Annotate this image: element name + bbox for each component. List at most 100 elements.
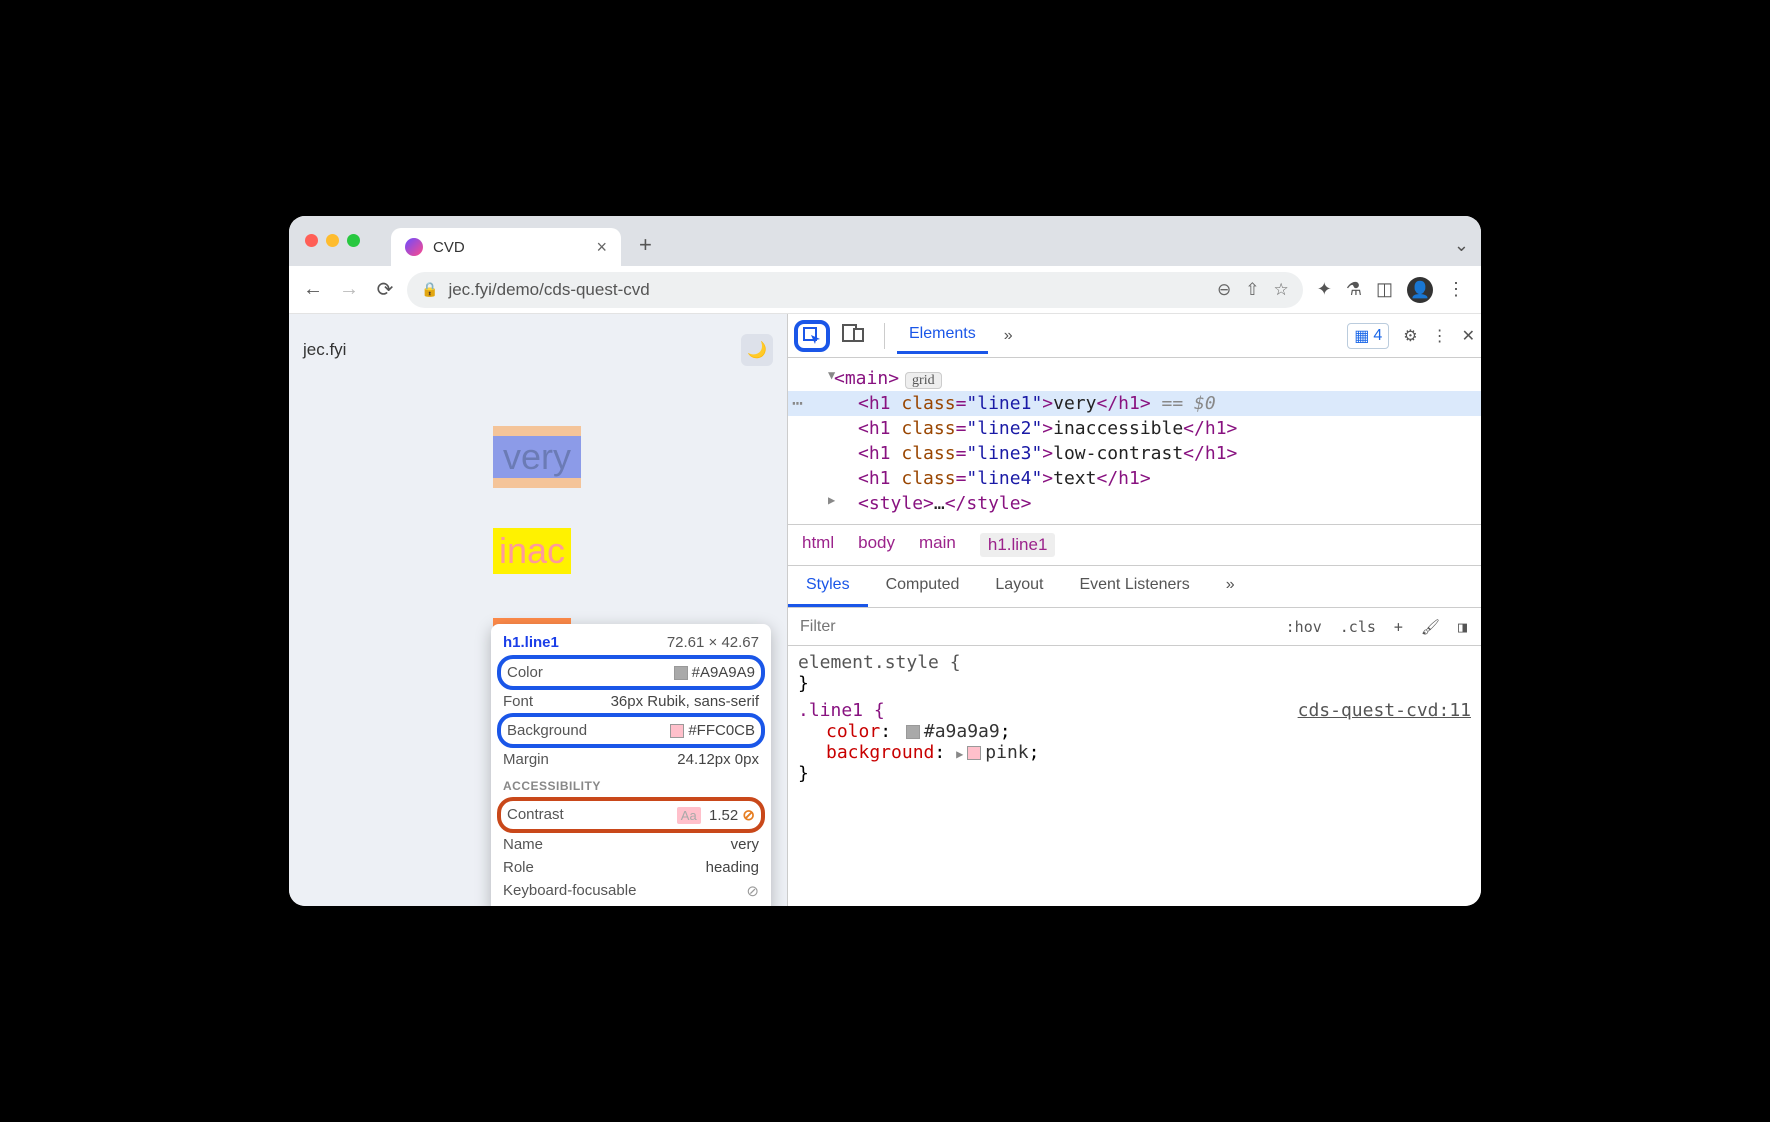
devtools-panel: Elements » ▦ 4 ⚙ ⋮ ✕ ▼ <main>grid <box>787 314 1481 906</box>
a11y-name-value: very <box>731 836 759 853</box>
styles-tab-computed[interactable]: Computed <box>868 566 978 607</box>
hov-button[interactable]: :hov <box>1282 616 1326 638</box>
elements-tab[interactable]: Elements <box>897 317 988 354</box>
contrast-value: 1.52 <box>709 807 738 824</box>
tooltip-background-value: #FFC0CB <box>688 722 755 739</box>
background-swatch <box>670 724 684 738</box>
dom-node-h1-line3[interactable]: <h1 class="line3">low-contrast</h1> <box>788 441 1481 466</box>
dark-mode-toggle[interactable]: 🌙 <box>741 334 773 366</box>
content-area: jec.fyi 🌙 very inac low- h1.line1 72.61 … <box>289 314 1481 906</box>
breadcrumb-main[interactable]: main <box>919 533 956 557</box>
page-title: jec.fyi <box>303 340 346 360</box>
close-devtools-button[interactable]: ✕ <box>1462 326 1475 346</box>
demo-line1-highlight[interactable]: very <box>493 426 581 488</box>
close-window-button[interactable] <box>305 234 318 247</box>
dom-node-h1-line2[interactable]: <h1 class="line2">inaccessible</h1> <box>788 416 1481 441</box>
sidepanel-icon[interactable]: ◫ <box>1376 279 1393 300</box>
devtools-menu-icon[interactable]: ⋮ <box>1432 326 1448 346</box>
demo-line2: inac <box>493 528 571 574</box>
paint-icon[interactable]: 🖌 <box>1417 616 1444 638</box>
settings-icon[interactable]: ⚙ <box>1403 326 1417 346</box>
omnibox-actions: ⊖ ⇧ ☆ <box>1217 280 1289 300</box>
styles-more-button[interactable]: » <box>1208 566 1253 607</box>
rendered-page: jec.fyi 🌙 very inac low- h1.line1 72.61 … <box>289 314 787 906</box>
breadcrumb-body[interactable]: body <box>858 533 895 557</box>
tooltip-color-label: Color <box>507 664 543 681</box>
zoom-icon[interactable]: ⊖ <box>1217 280 1231 300</box>
grid-badge[interactable]: grid <box>905 372 942 389</box>
device-toggle-button[interactable] <box>834 319 872 352</box>
styles-tab-listeners[interactable]: Event Listeners <box>1061 566 1207 607</box>
styles-tabs: Styles Computed Layout Event Listeners » <box>788 566 1481 608</box>
inspector-tooltip: h1.line1 72.61 × 42.67 Color #A9A9A9 Fon… <box>491 624 771 906</box>
bookmark-icon[interactable]: ☆ <box>1274 280 1289 300</box>
tooltip-color-value: #A9A9A9 <box>692 664 755 681</box>
tab-favicon <box>405 238 423 256</box>
tooltip-dimensions: 72.61 × 42.67 <box>667 634 759 651</box>
back-button[interactable]: ← <box>299 276 327 304</box>
new-tab-button[interactable]: + <box>639 232 652 266</box>
styles-tab-styles[interactable]: Styles <box>788 566 868 607</box>
close-tab-button[interactable]: × <box>596 237 607 258</box>
address-bar[interactable]: 🔒 jec.fyi/demo/cds-quest-cvd ⊖ ⇧ ☆ <box>407 272 1303 308</box>
color-swatch <box>674 666 688 680</box>
color-swatch-icon[interactable] <box>906 725 920 739</box>
breadcrumb-bar: html body main h1.line1 <box>788 524 1481 566</box>
forward-button[interactable]: → <box>335 276 363 304</box>
menu-icon[interactable]: ⋮ <box>1447 279 1465 300</box>
styles-body[interactable]: element.style { } .line1 { cds-quest-cvd… <box>788 646 1481 790</box>
line1-rule[interactable]: .line1 { cds-quest-cvd:11 <box>798 700 1471 721</box>
profile-icon[interactable]: 👤 <box>1407 277 1433 303</box>
minimize-window-button[interactable] <box>326 234 339 247</box>
reload-button[interactable]: ⟳ <box>371 276 399 304</box>
window-controls <box>305 234 360 247</box>
url-text: jec.fyi/demo/cds-quest-cvd <box>448 280 649 300</box>
issues-button[interactable]: ▦ 4 <box>1347 323 1389 349</box>
toolbar-icons: ✦ ⚗ ◫ 👤 ⋮ <box>1311 277 1471 303</box>
dom-node-style[interactable]: ▶ <style>…</style> <box>788 491 1481 516</box>
browser-window: CVD × + ⌄ ← → ⟳ 🔒 jec.fyi/demo/cds-quest… <box>289 216 1481 906</box>
lock-icon: 🔒 <box>421 281 438 298</box>
demo-line1: very <box>503 436 571 477</box>
dom-node-h1-line1[interactable]: <h1 class="line1">very</h1> == $0 <box>788 391 1481 416</box>
more-tabs-button[interactable]: » <box>992 319 1025 353</box>
accessibility-header: ACCESSIBILITY <box>503 779 759 793</box>
tooltip-font-value: 36px Rubik, sans-serif <box>611 693 759 710</box>
tab-title: CVD <box>433 239 465 256</box>
dom-tree[interactable]: ▼ <main>grid <h1 class="line1">very</h1>… <box>788 358 1481 524</box>
browser-tab[interactable]: CVD × <box>391 228 621 266</box>
tooltip-background-label: Background <box>507 722 587 739</box>
breadcrumb-html[interactable]: html <box>802 533 834 557</box>
dom-node-main[interactable]: ▼ <main>grid <box>788 366 1481 391</box>
devtools-tabs: Elements » ▦ 4 ⚙ ⋮ ✕ <box>788 314 1481 358</box>
bg-swatch-icon[interactable] <box>967 746 981 760</box>
a11y-kbd-label: Keyboard-focusable <box>503 882 636 900</box>
issues-count: 4 <box>1373 327 1382 345</box>
rule-source-link[interactable]: cds-quest-cvd:11 <box>1298 700 1471 721</box>
new-rule-button[interactable]: + <box>1390 616 1407 638</box>
aa-badge: Aa <box>677 807 701 824</box>
styles-filter-input[interactable] <box>788 618 1272 636</box>
a11y-role-value: heading <box>706 859 759 876</box>
dom-node-h1-line4[interactable]: <h1 class="line4">text</h1> <box>788 466 1481 491</box>
share-icon[interactable]: ⇧ <box>1245 280 1259 300</box>
tab-list-button[interactable]: ⌄ <box>1454 235 1469 266</box>
a11y-role-label: Role <box>503 859 534 876</box>
element-style-rule[interactable]: element.style { } <box>798 652 1471 694</box>
warning-icon: ⊘ <box>742 807 755 824</box>
inspect-element-button[interactable] <box>794 320 830 352</box>
tooltip-margin-label: Margin <box>503 751 549 768</box>
cls-button[interactable]: .cls <box>1336 616 1380 638</box>
styles-tab-layout[interactable]: Layout <box>977 566 1061 607</box>
extensions-icon[interactable]: ✦ <box>1317 279 1332 300</box>
labs-icon[interactable]: ⚗ <box>1346 279 1362 300</box>
maximize-window-button[interactable] <box>347 234 360 247</box>
styles-filter-bar: :hov .cls + 🖌 ◨ <box>788 608 1481 646</box>
toggle-pane-icon[interactable]: ◨ <box>1454 616 1471 638</box>
contrast-label: Contrast <box>507 806 564 824</box>
breadcrumb-current[interactable]: h1.line1 <box>980 533 1056 557</box>
expand-shorthand-icon[interactable]: ▶ <box>956 747 963 761</box>
chat-icon: ▦ <box>1354 326 1369 346</box>
a11y-name-label: Name <box>503 836 543 853</box>
tooltip-margin-value: 24.12px 0px <box>677 751 759 768</box>
